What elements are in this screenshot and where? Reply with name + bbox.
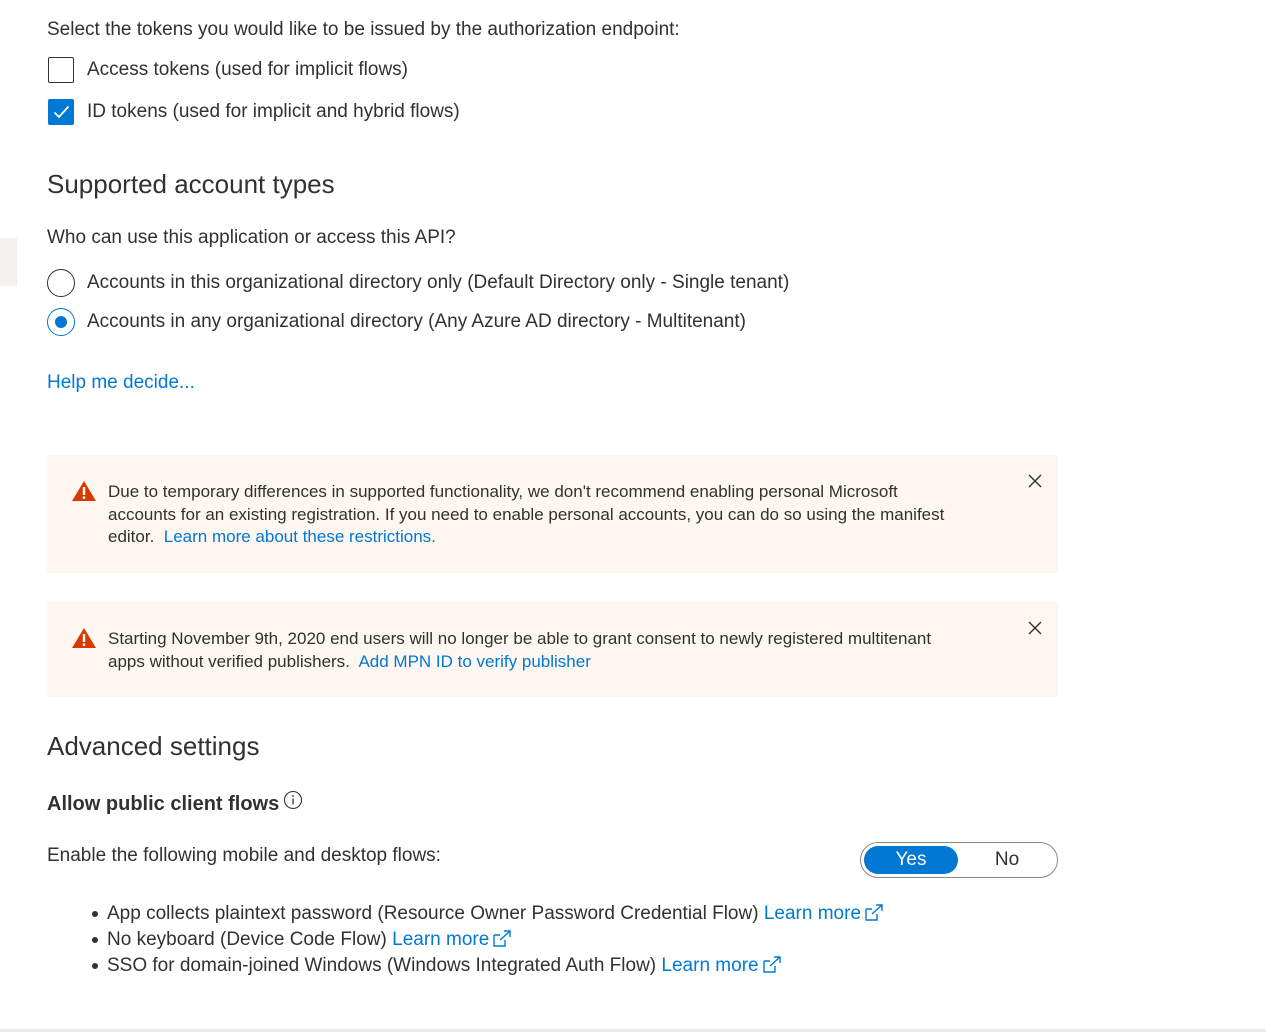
id-tokens-checkbox[interactable] xyxy=(48,99,74,125)
add-mpn-id-link[interactable]: Add MPN ID to verify publisher xyxy=(358,652,590,671)
bullet xyxy=(92,911,98,917)
publisher-verification-warning-banner: Starting November 9th, 2020 end users wi… xyxy=(47,602,1058,697)
account-types-question: Who can use this application or access t… xyxy=(47,227,456,248)
multitenant-radio[interactable] xyxy=(47,308,75,336)
enable-flows-label: Enable the following mobile and desktop … xyxy=(47,845,441,866)
radio-selected-dot xyxy=(54,315,67,328)
allow-public-client-flows-label: Allow public client flows xyxy=(47,793,280,815)
banner-line: accounts for an existing registration. I… xyxy=(108,504,945,524)
list-item: No keyboard (Device Code Flow) Learn mor… xyxy=(107,928,512,952)
multitenant-label[interactable]: Accounts in any organizational directory… xyxy=(87,310,746,334)
close-icon[interactable] xyxy=(1028,474,1042,488)
help-me-decide-link[interactable]: Help me decide... xyxy=(47,371,195,395)
list-item: App collects plaintext password (Resourc… xyxy=(107,902,884,926)
access-tokens-label[interactable]: Access tokens (used for implicit flows) xyxy=(87,58,408,82)
learn-more-link[interactable]: Learn more xyxy=(764,903,884,924)
banner-message: Starting November 9th, 2020 end users wi… xyxy=(108,628,1008,673)
warning-icon xyxy=(72,481,96,501)
banner-text: editor. xyxy=(108,527,155,546)
tokens-prompt: Select the tokens you would like to be i… xyxy=(47,19,680,40)
banner-line: Starting November 9th, 2020 end users wi… xyxy=(108,629,932,648)
info-icon[interactable] xyxy=(283,790,303,810)
toggle-no-option[interactable]: No xyxy=(960,846,1054,874)
id-tokens-label[interactable]: ID tokens (used for implicit and hybrid … xyxy=(87,100,460,124)
app-registration-authentication-page: Select the tokens you would like to be i… xyxy=(0,0,1266,1032)
learn-more-restrictions-link[interactable]: Learn more about these restrictions. xyxy=(164,527,436,546)
bullet xyxy=(92,963,98,969)
banner-message: Due to temporary differences in supporte… xyxy=(108,481,1008,549)
warning-icon xyxy=(72,628,96,648)
external-link-icon xyxy=(493,930,511,947)
close-icon[interactable] xyxy=(1028,621,1042,635)
bullet xyxy=(92,937,98,943)
checkmark-icon xyxy=(53,105,70,119)
learn-more-link[interactable]: Learn more xyxy=(661,955,781,976)
toggle-yes-option[interactable]: Yes xyxy=(864,846,958,874)
banner-text: apps without verified publishers. xyxy=(108,651,350,671)
banner-line: apps without verified publishers. Add MP… xyxy=(108,651,1008,674)
public-client-flows-toggle[interactable]: Yes No xyxy=(860,842,1058,878)
left-panel-edge xyxy=(0,238,17,286)
single-tenant-label[interactable]: Accounts in this organizational director… xyxy=(87,271,789,295)
single-tenant-radio[interactable] xyxy=(47,269,75,297)
learn-more-link[interactable]: Learn more xyxy=(392,929,512,950)
personal-accounts-warning-banner: Due to temporary differences in supporte… xyxy=(47,455,1058,573)
list-item: SSO for domain-joined Windows (Windows I… xyxy=(107,954,782,978)
banner-line: Due to temporary differences in supporte… xyxy=(108,482,898,501)
flow-text: No keyboard (Device Code Flow) xyxy=(107,929,387,950)
banner-line: editor. Learn more about these restricti… xyxy=(108,526,1008,549)
external-link-icon xyxy=(865,904,883,921)
flow-text: SSO for domain-joined Windows (Windows I… xyxy=(107,955,657,976)
supported-account-types-heading: Supported account types xyxy=(47,169,335,199)
external-link-icon xyxy=(762,956,781,973)
access-tokens-checkbox[interactable] xyxy=(48,57,74,83)
flow-text: App collects plaintext password (Resourc… xyxy=(107,903,759,924)
advanced-settings-heading: Advanced settings xyxy=(47,731,260,761)
